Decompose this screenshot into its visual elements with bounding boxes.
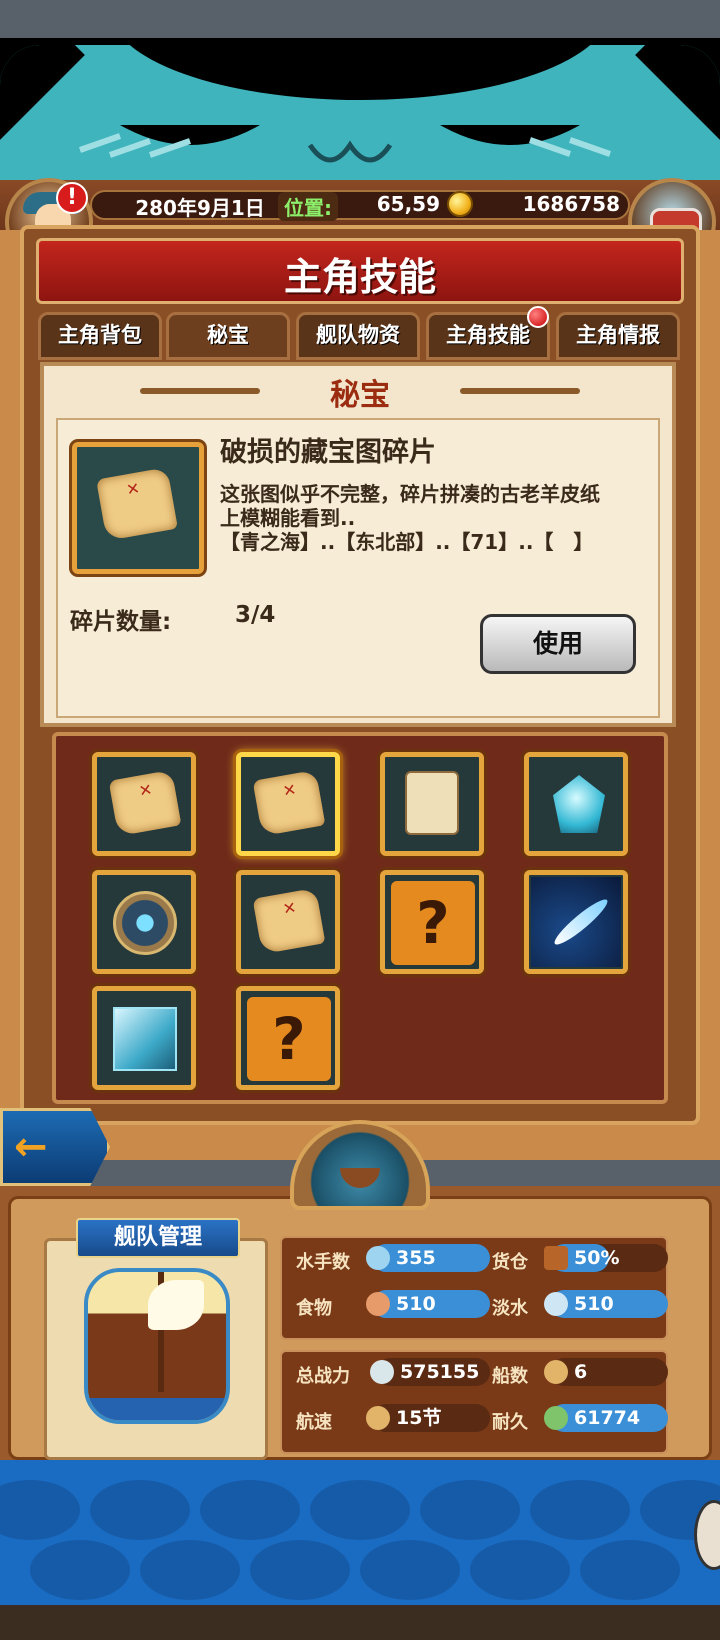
back-arrow-icon: ← [14,1124,48,1170]
cat-face-banner [0,45,720,185]
ship-water [88,1398,226,1420]
ships-value: 6 [574,1361,588,1383]
cargo-value: 50% [574,1247,620,1269]
grid-slot-5[interactable] [92,870,196,974]
use-button[interactable]: 使用 [480,614,636,674]
sailors-label: 水手数 [296,1252,350,1273]
item-name: 破损的藏宝图碎片 [220,437,436,468]
wave [470,1540,570,1600]
selected-item-icon [72,442,204,574]
wave [30,1540,130,1600]
ships-label: 船数 [492,1366,528,1387]
game-date: 280年9月1日 [135,196,265,220]
grid-slot-3[interactable] [380,752,484,856]
ornament-right [460,388,580,394]
wave [310,1480,410,1540]
cargo-label: 货仓 [492,1252,528,1273]
scroll-with-bone-icon [405,771,459,835]
system-status-bar [0,0,720,38]
wave [200,1480,300,1540]
grid-slot-4[interactable] [524,752,628,856]
tab-notification-dot-icon [527,306,549,328]
sea-background [0,1460,720,1605]
wave [360,1540,460,1600]
power-label: 总战力 [296,1366,350,1387]
durability-value: 61774 [574,1407,641,1429]
grid-slot-8[interactable] [524,870,628,974]
item-desc-line-2: 上模糊能看到.. [220,506,356,530]
power-value: 575155 [400,1361,480,1383]
grid-slot-6[interactable] [236,870,340,974]
grid-slot-10[interactable]: ? [236,986,340,1090]
wave [140,1540,240,1600]
treasure-map-fragment-icon [108,769,182,837]
water-label: 淡水 [492,1298,528,1319]
treasure-map-fragment-icon [252,887,326,955]
ornament-left [140,388,260,394]
wave [580,1540,680,1600]
item-description: 这张图似乎不完整，碎片拼凑的古老羊皮纸 上模糊能看到.. 【青之海】..【东北部… [220,482,660,554]
ship-count-icon [544,1360,568,1384]
cat-face-features [79,125,611,163]
water-value: 510 [574,1293,614,1315]
ship-sail [148,1280,204,1330]
food-label: 食物 [296,1298,332,1319]
tab-fleet-supplies[interactable]: 舰队物资 [296,312,420,360]
cargo-crate-icon [544,1246,568,1270]
blue-crystal-icon [553,775,605,833]
speed-value: 15节 [396,1407,442,1429]
sailor-icon [366,1246,390,1270]
tab-treasure[interactable]: 秘宝 [166,312,290,360]
grid-slot-1[interactable] [92,752,196,856]
grid-slot-9[interactable] [92,986,196,1090]
tab-hero-info[interactable]: 主角情报 [556,312,680,360]
wave [0,1480,80,1540]
gold-coin-icon [447,191,473,217]
item-desc-line-1: 这张图似乎不完整，碎片拼凑的古老羊皮纸 [220,482,600,506]
wave [420,1480,520,1540]
game-screen: { "header": { "date": "280年9月1日", "posit… [0,0,720,1640]
position-label: 位置: [278,192,338,221]
fragment-count-label: 碎片数量: [70,609,172,635]
hull-durability-icon [544,1406,568,1430]
position-value: 65,59 [376,192,440,216]
wave [90,1480,190,1540]
ice-cube-icon [113,1007,177,1071]
durability-label: 耐久 [492,1412,528,1433]
treasure-map-fragment-icon [252,769,326,837]
grid-slot-7[interactable]: ? [380,870,484,974]
fleet-ship-image[interactable] [84,1268,230,1424]
gold-amount: 1686758 [522,192,620,216]
speed-label: 航速 [296,1412,332,1433]
item-desc-line-3: 【青之海】..【东北部】..【71】..【 】 [220,530,594,554]
food-value: 510 [396,1293,436,1315]
unknown-question-icon: ? [247,997,331,1081]
treasure-map-fragment-icon [96,467,178,541]
wave [250,1540,350,1600]
grid-slot-2[interactable] [236,752,340,856]
sailors-value: 355 [396,1247,436,1269]
tab-hero-bag[interactable]: 主角背包 [38,312,162,360]
wave [530,1480,630,1540]
fragment-count-value: 3/4 [235,602,276,628]
section-title: 秘宝 [330,378,390,413]
alert-badge-icon[interactable]: ! [56,182,88,214]
sail-speed-icon [366,1406,390,1430]
page-title: 主角技能 [283,255,436,299]
fleet-management-button[interactable]: 舰队管理 [76,1218,240,1258]
meat-icon [366,1292,390,1316]
compass-emblem-icon [113,891,177,955]
water-jug-icon [544,1292,568,1316]
system-navigation-bar [0,1605,720,1640]
unknown-question-icon: ? [391,881,475,965]
crossed-swords-icon [370,1360,394,1384]
